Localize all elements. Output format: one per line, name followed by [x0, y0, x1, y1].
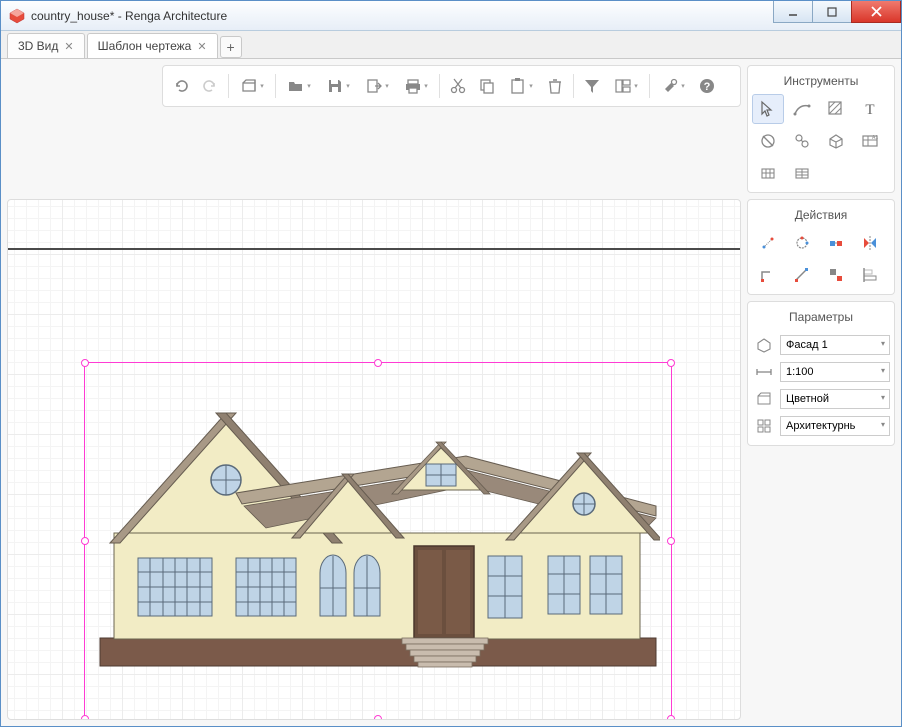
rotate-action[interactable] [786, 228, 818, 258]
mirror-action[interactable] [854, 228, 886, 258]
actions-panel-title: Действия [752, 204, 890, 228]
cut-button[interactable] [444, 71, 472, 101]
scale-icon [752, 360, 776, 384]
canvas[interactable] [7, 199, 741, 720]
actions-panel: Действия [747, 199, 895, 295]
svg-text:T: T [865, 102, 874, 118]
tab-label: Шаблон чертежа [98, 39, 192, 53]
selection-handle[interactable] [374, 359, 382, 367]
tab-3d-view[interactable]: 3D Вид ✕ [7, 33, 85, 58]
text-tool[interactable]: T [854, 94, 886, 124]
style-icon [752, 387, 776, 411]
trim-action[interactable] [752, 260, 784, 290]
dimension-tool[interactable] [786, 126, 818, 156]
delete-button[interactable] [541, 71, 569, 101]
grid2-tool[interactable] [786, 158, 818, 188]
axis-tool[interactable] [752, 126, 784, 156]
detail-select[interactable]: Архитектурнь [780, 416, 890, 436]
add-tab-button[interactable]: + [220, 36, 242, 58]
detail-icon [752, 414, 776, 438]
redo-button[interactable] [196, 71, 224, 101]
settings-button[interactable] [654, 71, 692, 101]
close-button[interactable] [851, 1, 901, 23]
selection-handle[interactable] [667, 715, 675, 720]
undo-button[interactable] [167, 71, 195, 101]
manager-button[interactable] [607, 71, 645, 101]
selection-handle[interactable] [81, 715, 89, 720]
tab-close-icon[interactable]: ✕ [197, 40, 206, 53]
parameters-panel-title: Параметры [752, 306, 890, 330]
help-button[interactable]: ? [693, 71, 721, 101]
grid-tool[interactable] [752, 158, 784, 188]
app-icon [9, 8, 25, 24]
style-select[interactable]: Цветной [780, 389, 890, 409]
extend-action[interactable] [786, 260, 818, 290]
view-tool[interactable] [820, 126, 852, 156]
ground-line [8, 248, 740, 250]
hatch-tool[interactable] [820, 94, 852, 124]
copy-button[interactable] [473, 71, 501, 101]
tab-drawing-template[interactable]: Шаблон чертежа ✕ [87, 33, 218, 58]
tools-panel: Инструменты T A1 [747, 65, 895, 193]
export-button[interactable] [358, 71, 396, 101]
filter-button[interactable] [578, 71, 606, 101]
svg-text:A1: A1 [872, 135, 878, 141]
selection-handle[interactable] [81, 359, 89, 367]
open-button[interactable] [280, 71, 318, 101]
main-toolbar: ? [162, 65, 741, 107]
move-action[interactable] [752, 228, 784, 258]
split-action[interactable] [820, 260, 852, 290]
minimize-button[interactable] [773, 1, 813, 23]
maximize-button[interactable] [812, 1, 852, 23]
selection-handle[interactable] [667, 537, 675, 545]
svg-text:?: ? [704, 81, 711, 93]
line-tool[interactable] [786, 94, 818, 124]
align-action[interactable] [854, 260, 886, 290]
paste-button[interactable] [502, 71, 540, 101]
selection-handle[interactable] [81, 537, 89, 545]
copy-action[interactable] [820, 228, 852, 258]
print-button[interactable] [397, 71, 435, 101]
scale-select[interactable]: 1:100 [780, 362, 890, 382]
project-button[interactable] [233, 71, 271, 101]
select-tool[interactable] [752, 94, 784, 124]
tab-label: 3D Вид [18, 39, 58, 53]
save-button[interactable] [319, 71, 357, 101]
view-icon [752, 333, 776, 357]
selection-handle[interactable] [374, 715, 382, 720]
view-select[interactable]: Фасад 1 [780, 335, 890, 355]
titlebar: country_house* - Renga Architecture [1, 1, 901, 31]
selection-handle[interactable] [667, 359, 675, 367]
house-drawing [96, 378, 660, 668]
tab-bar: 3D Вид ✕ Шаблон чертежа ✕ + [1, 31, 901, 59]
tab-close-icon[interactable]: ✕ [64, 40, 73, 53]
tools-panel-title: Инструменты [752, 70, 890, 94]
parameters-panel: Параметры Фасад 1 1:100 Цветной [747, 301, 895, 446]
window-title: country_house* - Renga Architecture [31, 9, 774, 23]
table-tool[interactable]: A1 [854, 126, 886, 156]
